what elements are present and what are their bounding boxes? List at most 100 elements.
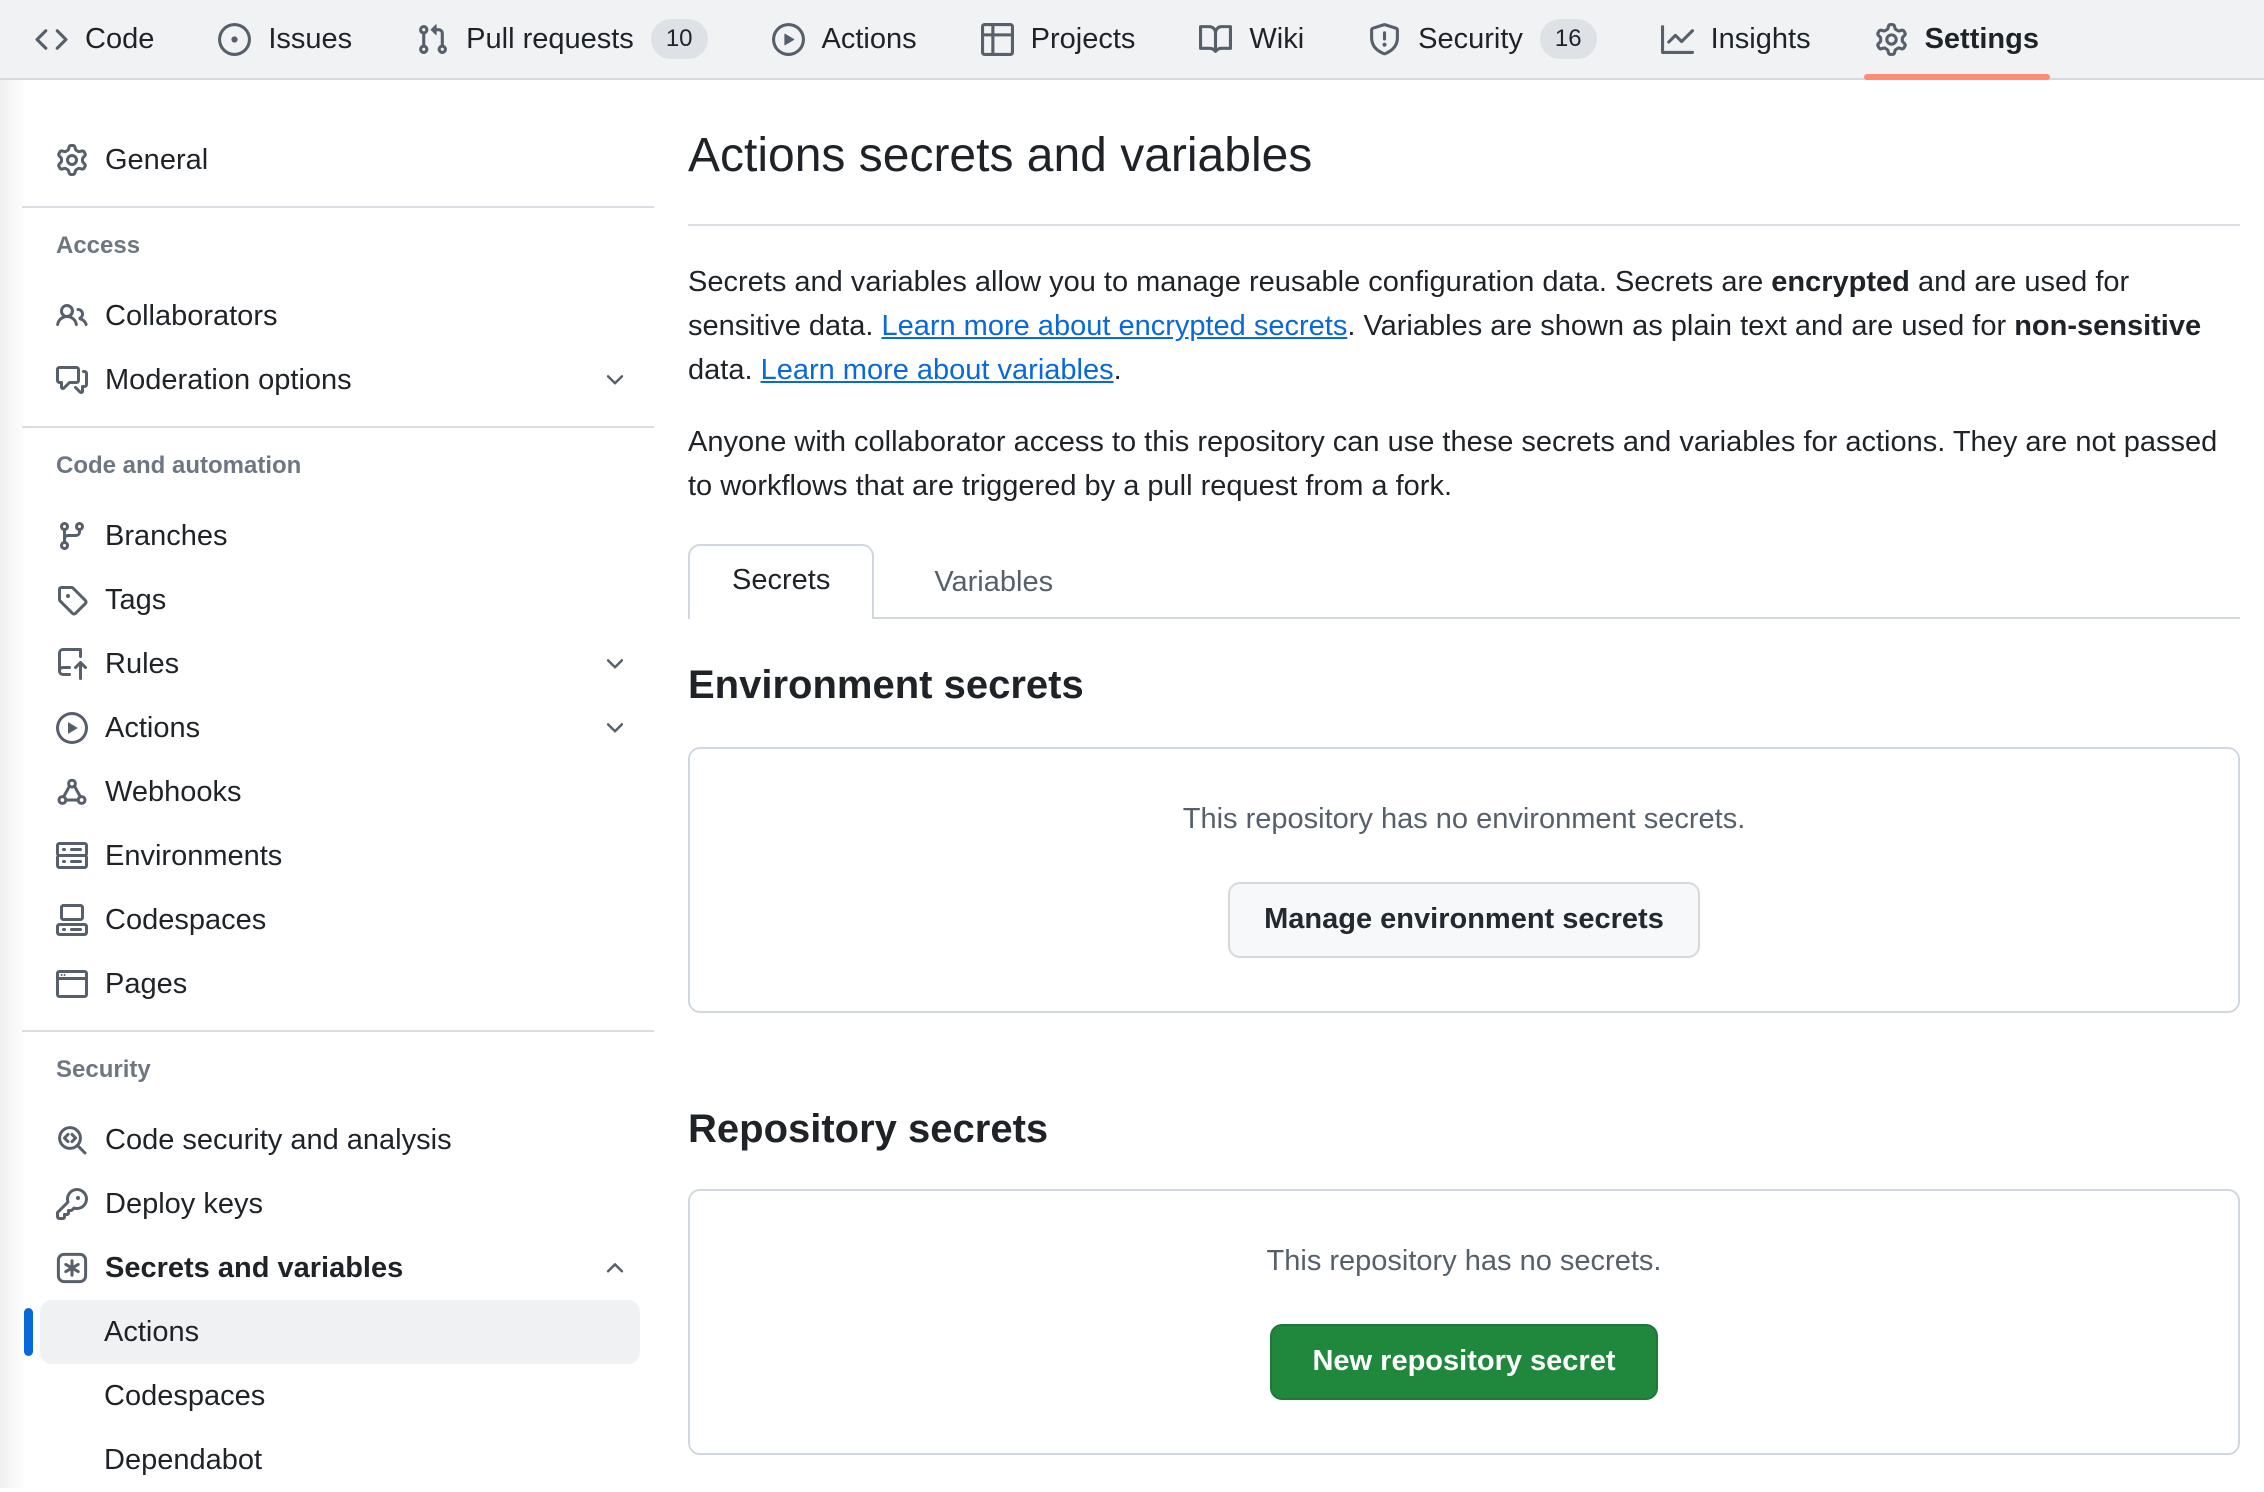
sidebar-item-environments[interactable]: Environments — [0, 824, 680, 888]
main-content: Actions secrets and variables Secrets an… — [688, 80, 2240, 1455]
chevron-down-icon — [602, 367, 628, 393]
browser-icon — [56, 968, 88, 1000]
sidebar-divider — [22, 206, 654, 208]
nav-tab-label: Wiki — [1249, 23, 1304, 56]
sidebar-item-collaborators[interactable]: Collaborators — [0, 284, 680, 348]
sidebar-item-label: Secrets and variables — [105, 1252, 403, 1285]
git-branch-icon — [56, 520, 88, 552]
description-bold-non-sensitive: non-sensitive — [2014, 310, 2201, 342]
tab-variables[interactable]: Variables — [892, 548, 1095, 617]
sidebar-section-access: Access — [0, 232, 680, 260]
gear-icon — [56, 144, 88, 176]
description-text: Secrets and variables allow you to manag… — [688, 266, 1771, 298]
sidebar-item-webhooks[interactable]: Webhooks — [0, 760, 680, 824]
sidebar-subitem-dependabot[interactable]: Dependabot — [40, 1428, 640, 1492]
description-paragraph-2: Anyone with collaborator access to this … — [688, 420, 2240, 508]
environment-secrets-empty-box: This repository has no environment secre… — [688, 747, 2240, 1013]
sidebar-item-label: General — [105, 144, 208, 177]
repo-push-icon — [56, 648, 88, 680]
description-text: data. — [688, 354, 761, 386]
code-icon — [35, 23, 68, 56]
nav-tab-label: Settings — [1925, 23, 2039, 56]
sidebar-item-general[interactable]: General — [0, 128, 680, 192]
nav-tab-issues[interactable]: Issues — [197, 0, 373, 78]
table-icon — [981, 23, 1014, 56]
description-bold-encrypted: encrypted — [1771, 266, 1910, 298]
sidebar-item-label: Codespaces — [105, 904, 266, 937]
environment-secrets-heading: Environment secrets — [688, 663, 2240, 707]
play-icon — [772, 23, 805, 56]
learn-more-variables-link[interactable]: Learn more about variables — [761, 354, 1114, 386]
nav-tab-projects[interactable]: Projects — [960, 0, 1157, 78]
sidebar-item-deploy-keys[interactable]: Deploy keys — [0, 1172, 680, 1236]
sidebar-item-label: Pages — [105, 968, 187, 1001]
graph-icon — [1661, 23, 1694, 56]
nav-tab-pull-requests[interactable]: Pull requests 10 — [395, 0, 728, 78]
environment-secrets-empty-text: This repository has no environment secre… — [1183, 803, 1746, 836]
nav-tab-insights[interactable]: Insights — [1640, 0, 1832, 78]
sidebar-divider — [22, 1030, 654, 1032]
pull-requests-count-badge: 10 — [651, 19, 708, 59]
tab-secrets[interactable]: Secrets — [688, 544, 874, 619]
repository-secrets-empty-box: This repository has no secrets. New repo… — [688, 1189, 2240, 1455]
sidebar-item-code-security-and-analysis[interactable]: Code security and analysis — [0, 1108, 680, 1172]
sidebar-item-label: Collaborators — [105, 300, 277, 333]
sidebar-item-moderation-options[interactable]: Moderation options — [0, 348, 680, 412]
nav-tab-wiki[interactable]: Wiki — [1178, 0, 1325, 78]
sidebar-divider — [22, 426, 654, 428]
chevron-up-icon — [602, 1255, 628, 1281]
key-icon — [56, 1188, 88, 1220]
sidebar-item-tags[interactable]: Tags — [0, 568, 680, 632]
nav-tab-label: Code — [85, 23, 154, 56]
comment-discussion-icon — [56, 364, 88, 396]
nav-tab-settings[interactable]: Settings — [1854, 0, 2060, 78]
manage-environment-secrets-button[interactable]: Manage environment secrets — [1228, 882, 1700, 958]
sidebar-subitem-label: Actions — [104, 1316, 199, 1349]
nav-tab-code[interactable]: Code — [14, 0, 175, 78]
sidebar-item-label: Rules — [105, 648, 179, 681]
nav-tab-actions[interactable]: Actions — [751, 0, 938, 78]
new-repository-secret-button[interactable]: New repository secret — [1270, 1324, 1657, 1400]
gear-icon — [1875, 23, 1908, 56]
chevron-down-icon — [602, 651, 628, 677]
sidebar-item-label: Deploy keys — [105, 1188, 263, 1221]
sidebar-subitem-label: Codespaces — [104, 1380, 265, 1413]
key-asterisk-icon — [56, 1252, 88, 1284]
learn-more-encrypted-secrets-link[interactable]: Learn more about encrypted secrets — [881, 310, 1347, 342]
description-paragraph-1: Secrets and variables allow you to manag… — [688, 260, 2240, 392]
sidebar-item-branches[interactable]: Branches — [0, 504, 680, 568]
nav-tab-label: Issues — [268, 23, 352, 56]
codescan-icon — [56, 1124, 88, 1156]
sidebar-item-label: Tags — [105, 584, 166, 617]
chevron-down-icon — [602, 715, 628, 741]
secrets-variables-tabs: Secrets Variables — [688, 544, 2240, 619]
play-icon — [56, 712, 88, 744]
nav-tab-label: Security — [1418, 23, 1523, 56]
tag-icon — [56, 584, 88, 616]
nav-tab-security[interactable]: Security 16 — [1347, 0, 1617, 78]
sidebar-item-pages[interactable]: Pages — [0, 952, 680, 1016]
sidebar-item-actions[interactable]: Actions — [0, 696, 680, 760]
git-pull-request-icon — [416, 23, 449, 56]
sidebar-subitem-actions[interactable]: Actions — [40, 1300, 640, 1364]
security-count-badge: 16 — [1540, 19, 1597, 59]
issue-opened-icon — [218, 23, 251, 56]
settings-sidebar: General Access Collaborators Moderation … — [0, 80, 680, 1492]
sidebar-subitem-label: Dependabot — [104, 1444, 262, 1477]
sidebar-item-secrets-and-variables[interactable]: Secrets and variables — [0, 1236, 680, 1300]
sidebar-item-codespaces[interactable]: Codespaces — [0, 888, 680, 952]
sidebar-section-code-and-automation: Code and automation — [0, 452, 680, 480]
sidebar-subitem-codespaces[interactable]: Codespaces — [40, 1364, 640, 1428]
description-text: . — [1114, 354, 1122, 386]
webhook-icon — [56, 776, 88, 808]
sidebar-item-rules[interactable]: Rules — [0, 632, 680, 696]
sidebar-item-label: Moderation options — [105, 364, 352, 397]
nav-tab-label: Actions — [822, 23, 917, 56]
shield-icon — [1368, 23, 1401, 56]
book-icon — [1199, 23, 1232, 56]
sidebar-item-label: Branches — [105, 520, 228, 553]
description-text: . Variables are shown as plain text and … — [1347, 310, 2014, 342]
sidebar-item-label: Actions — [105, 712, 200, 745]
nav-tab-label: Insights — [1711, 23, 1811, 56]
codespaces-icon — [56, 904, 88, 936]
